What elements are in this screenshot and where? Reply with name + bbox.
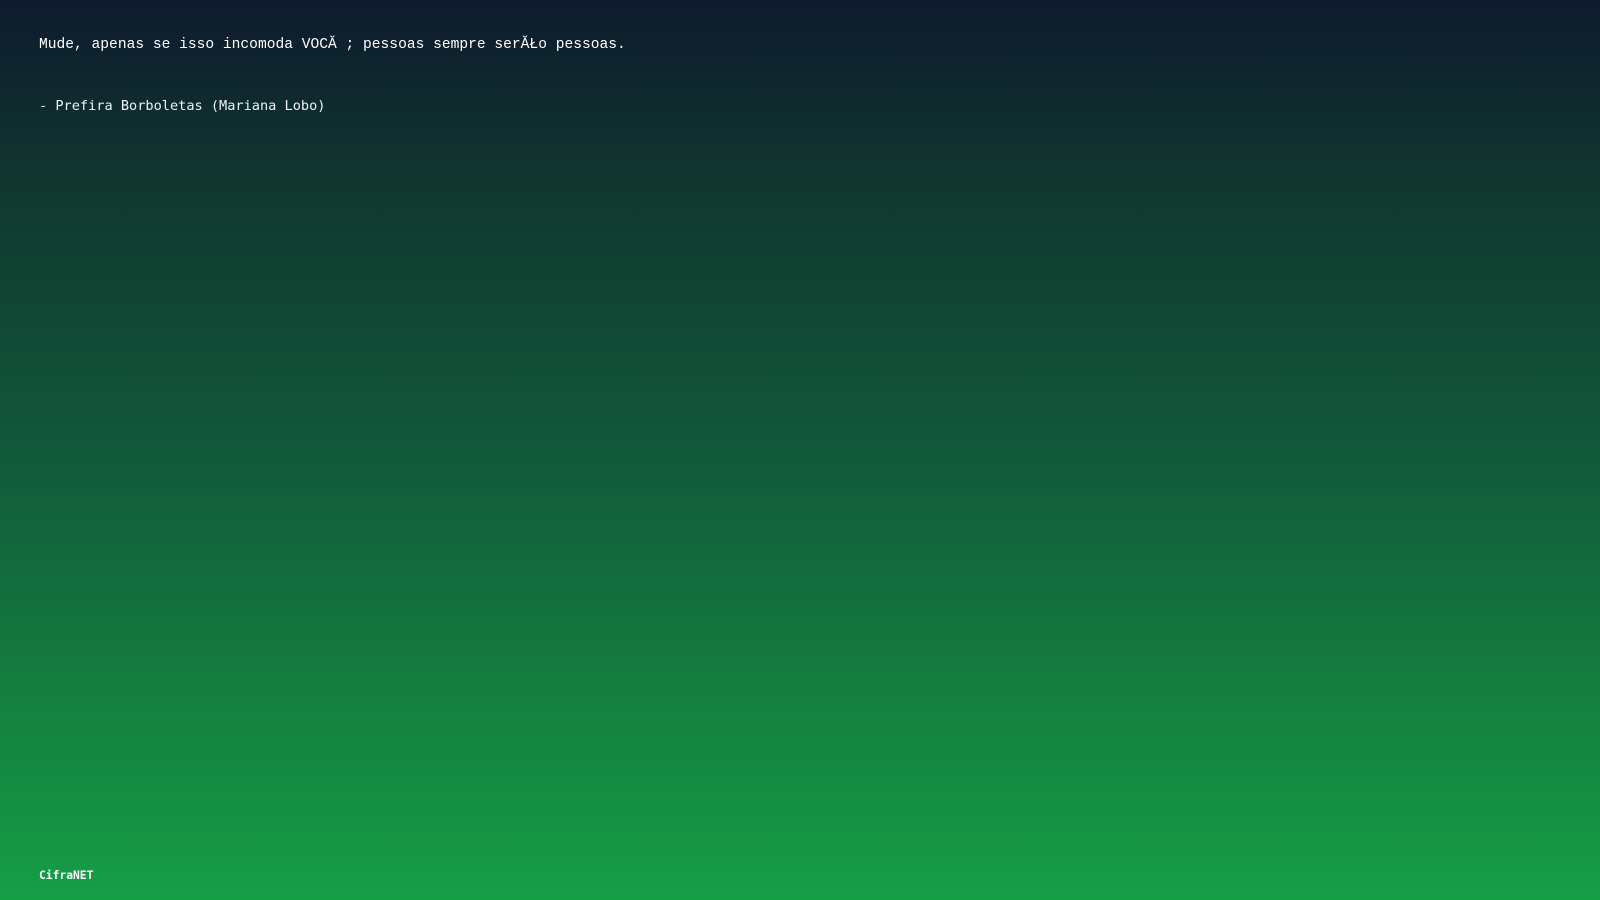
quote-screen: Mude, apenas se isso incomoda VOCĂ ; pes… (0, 0, 1600, 900)
brand-label: CifraNET (39, 869, 94, 882)
quote-attribution: - Prefira Borboletas (Mariana Lobo) (39, 98, 326, 114)
quote-text: Mude, apenas se isso incomoda VOCĂ ; pes… (39, 37, 626, 53)
